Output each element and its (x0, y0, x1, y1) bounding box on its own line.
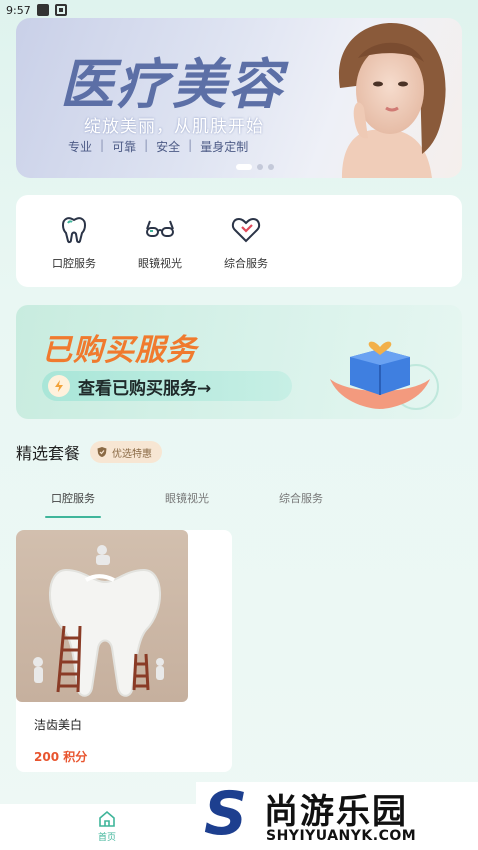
screenshot-icon (54, 4, 67, 16)
service-categories: 口腔服务 眼镜视光 综合服务 (16, 195, 462, 287)
tag-separator: | (188, 138, 193, 152)
gift-box-hands-icon (330, 341, 439, 410)
service-label: 眼镜视光 (138, 257, 182, 270)
section-title: 精选套餐 (16, 444, 81, 463)
product-image (16, 530, 188, 702)
banner-tag: 专业 (68, 140, 93, 154)
carousel-dot[interactable] (268, 164, 274, 170)
tab-optical[interactable]: 眼镜视光 (130, 490, 244, 518)
product-card[interactable]: 洁齿美白 200 积分 (16, 530, 232, 772)
nav-home[interactable]: 首页 (92, 810, 122, 843)
view-purchased-button[interactable]: 查看已购买服务→ (42, 371, 292, 401)
watermark-brand-en: SHYIYUANYK.COM (266, 828, 417, 844)
site-watermark: S 尚游乐园 SHYIYUANYK.COM (196, 782, 478, 850)
banner-tags: 专业 | 可靠 | 安全 | 量身定制 (68, 138, 248, 155)
shield-check-icon (97, 447, 107, 457)
special-offer-badge: 优选特惠 (90, 441, 163, 463)
banner-tag: 安全 (156, 140, 181, 154)
status-time: 9:57 (6, 3, 31, 17)
banner-tag: 量身定制 (200, 140, 249, 154)
carousel-dots[interactable] (236, 164, 274, 170)
category-tabs: 口腔服务 眼镜视光 综合服务 (16, 490, 462, 518)
purchased-title: 已购买服务 (42, 333, 197, 368)
badge-label: 优选特惠 (112, 448, 153, 460)
product-name: 洁齿美白 (34, 718, 83, 732)
service-label: 综合服务 (224, 257, 268, 270)
tooth-illustration (33, 545, 164, 697)
carousel-dot[interactable] (236, 164, 252, 170)
featured-packages-header: 精选套餐 优选特惠 (16, 440, 163, 464)
tooth-icon (62, 217, 86, 244)
home-icon (99, 810, 115, 827)
banner-tag: 可靠 (112, 140, 137, 154)
tag-separator: | (100, 138, 105, 152)
heart-icon (231, 217, 261, 243)
bolt-icon (48, 375, 70, 397)
product-price: 200 积分 (34, 750, 88, 764)
banner-subtitle: 绽放美丽，从肌肤开始 (84, 117, 264, 137)
banner-title: 医疗美容 (60, 53, 284, 116)
tab-general[interactable]: 综合服务 (244, 490, 358, 518)
purchased-services-banner[interactable]: 已购买服务 查看已购买服务→ (16, 305, 462, 419)
promo-banner[interactable]: 医疗美容 绽放美丽，从肌肤开始 专业 | 可靠 | 安全 | 量身定制 (16, 18, 462, 178)
service-item-general[interactable]: 综合服务 (210, 195, 282, 287)
nav-home-label: 首页 (97, 833, 116, 843)
service-item-optical[interactable]: 眼镜视光 (124, 195, 196, 287)
view-purchased-label: 查看已购买服务→ (78, 378, 212, 399)
carousel-dot[interactable] (257, 164, 263, 170)
model-portrait-image (338, 22, 446, 178)
notification-icon (36, 4, 49, 16)
service-item-dental[interactable]: 口腔服务 (38, 195, 110, 287)
service-label: 口腔服务 (52, 257, 96, 270)
watermark-logo-icon: S (204, 779, 248, 849)
status-bar: 9:57 (0, 0, 478, 20)
tag-separator: | (144, 138, 149, 152)
watermark-brand-cn: 尚游乐园 (264, 792, 408, 832)
tab-dental[interactable]: 口腔服务 (16, 490, 130, 518)
glasses-icon (146, 220, 174, 237)
